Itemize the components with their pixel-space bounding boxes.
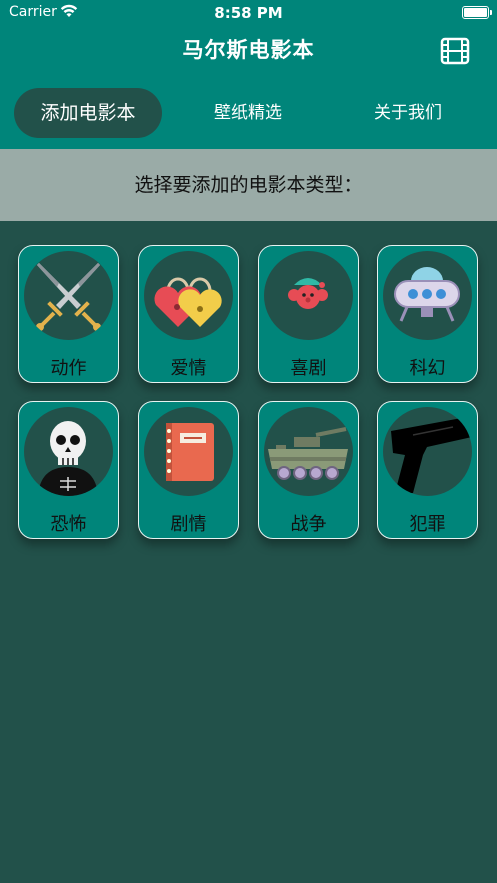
- heart-locks-icon: [144, 251, 233, 340]
- category-label: 战争: [290, 514, 327, 535]
- category-card-comedy[interactable]: 喜剧: [258, 245, 359, 383]
- clock: 8:58 PM: [214, 4, 283, 22]
- battery-icon: [462, 6, 492, 19]
- category-label: 喜剧: [290, 358, 327, 379]
- type-prompt: 选择要添加的电影本类型：: [0, 149, 497, 221]
- category-card-drama[interactable]: 剧情: [138, 401, 239, 539]
- pistol-icon: [383, 407, 472, 496]
- category-label: 恐怖: [50, 514, 87, 535]
- category-label: 剧情: [170, 514, 207, 535]
- app-header: Carrier 8:58 PM 马尔斯电影本 添加电影本 壁纸精选 关于我们: [0, 0, 497, 149]
- tab-add-movie-book[interactable]: 添加电影本: [14, 88, 162, 138]
- tab-about-us[interactable]: 关于我们: [340, 88, 476, 138]
- category-label: 科幻: [409, 358, 446, 379]
- tab-bar: 添加电影本 壁纸精选 关于我们: [0, 88, 497, 138]
- book-icon: [144, 407, 233, 496]
- ufo-icon: [383, 251, 472, 340]
- category-card-crime[interactable]: 犯罪: [377, 401, 478, 539]
- tab-wallpapers[interactable]: 壁纸精选: [180, 88, 316, 138]
- clown-icon: [264, 251, 353, 340]
- status-bar: Carrier 8:58 PM: [0, 0, 497, 26]
- film-icon[interactable]: [440, 37, 470, 69]
- category-card-romance[interactable]: 爱情: [138, 245, 239, 383]
- category-label: 爱情: [170, 358, 207, 379]
- skull-icon: [24, 407, 113, 496]
- category-label: 犯罪: [409, 514, 446, 535]
- category-label: 动作: [50, 358, 87, 379]
- crossed-swords-icon: [24, 251, 113, 340]
- category-card-action[interactable]: 动作: [18, 245, 119, 383]
- category-card-scifi[interactable]: 科幻: [377, 245, 478, 383]
- category-card-horror[interactable]: 恐怖: [18, 401, 119, 539]
- tank-icon: [264, 407, 353, 496]
- page-title: 马尔斯电影本: [182, 38, 315, 62]
- category-card-war[interactable]: 战争: [258, 401, 359, 539]
